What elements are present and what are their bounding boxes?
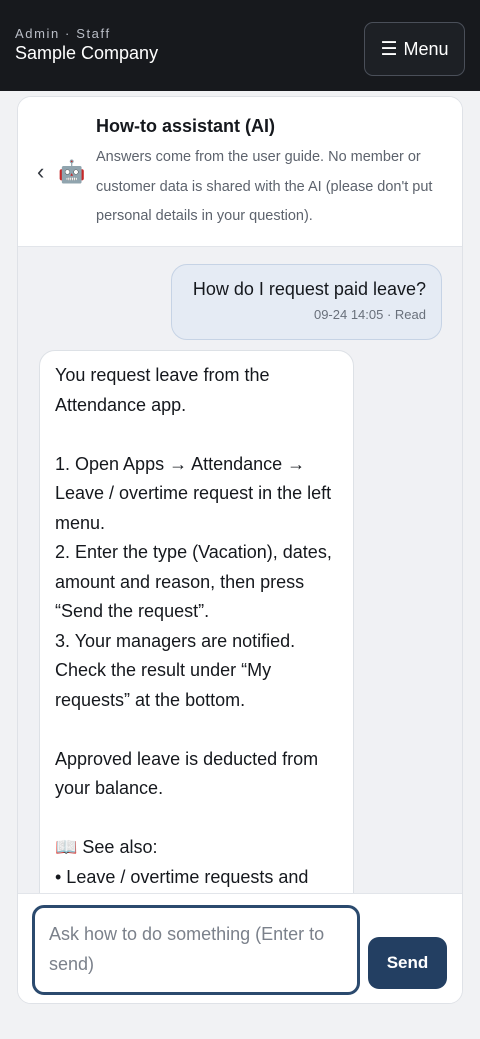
message-meta: 09-24 14:05 · Read — [313, 307, 426, 322]
assistant-note: Approved leave is deducted from your bal… — [55, 748, 319, 799]
chat-description: Answers come from the user guide. No mem… — [96, 149, 433, 224]
robot-icon: 🤖 — [58, 159, 86, 184]
question-input[interactable] — [32, 905, 360, 995]
hamburger-icon: ☰ — [380, 38, 398, 60]
role-label: Admin · Staff — [15, 26, 111, 41]
chat-title: How-to assistant (AI) — [96, 116, 276, 136]
assistant-chat-panel: ‹ 🤖 How-to assistant (AI) Answers come f… — [17, 96, 463, 1004]
top-bar: Admin · Staff Sample Company ☰ Menu — [0, 0, 480, 91]
message-list[interactable]: How do I request paid leave? 09-24 14:05… — [18, 247, 462, 893]
send-button[interactable]: Send — [368, 937, 447, 989]
assistant-step-1: 1. Open Apps → Attendance → Leave / over… — [55, 453, 332, 533]
user-message: How do I request paid leave? 09-24 14:05… — [171, 264, 442, 340]
assistant-step-3: 3. Your managers are notified. Check the… — [55, 630, 296, 710]
company-name: Sample Company — [15, 43, 159, 63]
chat-header: ‹ 🤖 How-to assistant (AI) Answers come f… — [18, 97, 462, 247]
assistant-message: You request leave from the Attendance ap… — [39, 350, 354, 893]
see-also-heading: 📖 See also: — [55, 837, 158, 857]
see-also-link[interactable]: • Leave / overtime requests and — [55, 863, 339, 893]
assistant-step-2: 2. Enter the type (Vacation), dates, amo… — [55, 542, 332, 621]
user-message-text: How do I request paid leave? — [192, 279, 426, 299]
back-icon[interactable]: ‹ — [37, 159, 44, 185]
assistant-intro: You request leave from the Attendance ap… — [55, 365, 270, 415]
menu-button[interactable]: ☰ Menu — [364, 22, 465, 76]
composer: Send — [18, 893, 462, 1003]
menu-button-label: Menu — [403, 38, 449, 59]
